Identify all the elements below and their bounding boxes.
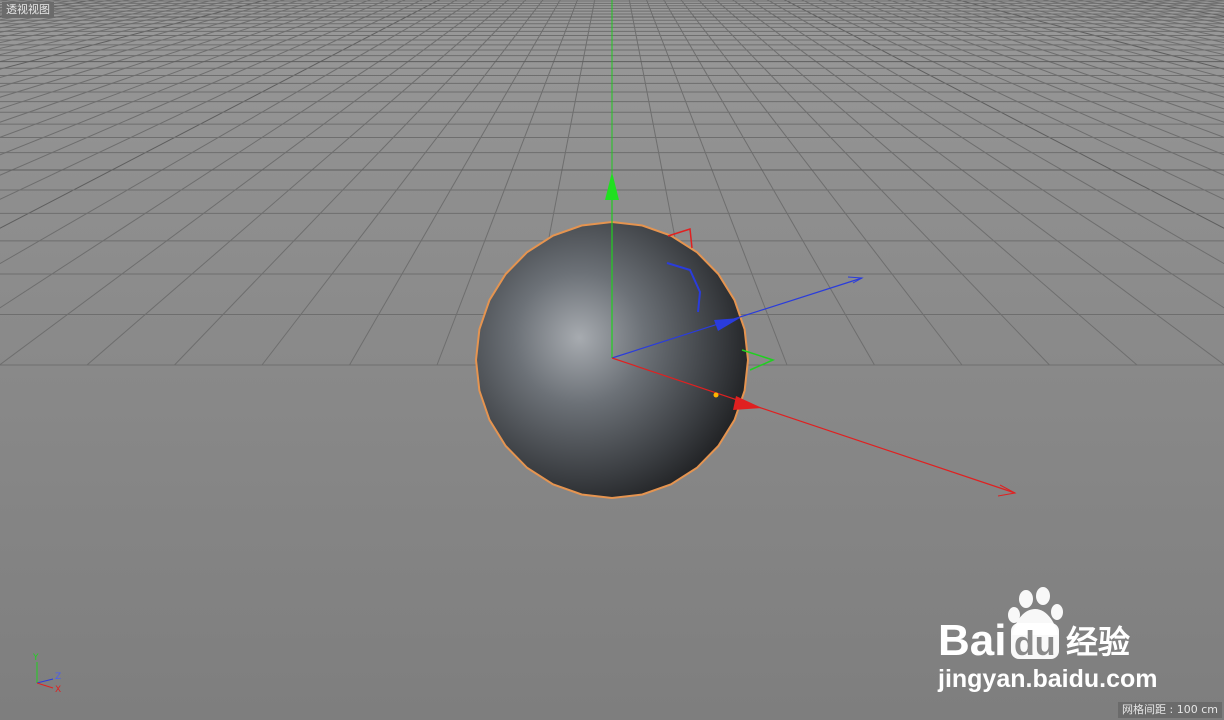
grid-line — [794, 0, 1224, 365]
grid-line — [0, 0, 96, 17]
grid-line — [0, 0, 113, 21]
grid-line — [990, 0, 1224, 56]
grid-line — [1059, 0, 1224, 33]
grid-line — [1179, 0, 1224, 7]
grid-line — [956, 0, 1224, 70]
grid-line — [921, 0, 1224, 88]
orientation-z-label: Z — [55, 672, 61, 682]
grid-line — [0, 0, 251, 63]
y-axis-arrow-icon[interactable] — [605, 172, 619, 200]
grid-line — [0, 0, 165, 33]
grid-line — [0, 0, 430, 365]
grid-line — [0, 0, 268, 70]
grid-line — [0, 0, 286, 79]
grid-line — [973, 0, 1224, 63]
watermark-brand-right: du — [1014, 625, 1056, 663]
baidu-jingyan-watermark: Bai du 经验 jingyan.baidu.com — [937, 587, 1157, 693]
watermark-brand-cn: 经验 — [1066, 623, 1130, 661]
grid-line — [789, 0, 1224, 365]
grid-line — [0, 0, 79, 14]
watermark-url: jingyan.baidu.com — [937, 665, 1157, 693]
grid-line — [785, 0, 1224, 365]
viewport-label[interactable]: 透视视图 — [2, 2, 54, 18]
watermark-brand-left: Bai — [938, 616, 1006, 665]
orientation-x-label: X — [55, 685, 61, 695]
grid-line — [0, 0, 303, 88]
x-axis-arrow-icon[interactable] — [733, 396, 762, 410]
grid-line — [938, 0, 1224, 79]
grid-line — [0, 0, 62, 10]
perspective-viewport[interactable]: Y Z X 透视视图 Bai du 经验 jingyan.baidu.com 网… — [0, 0, 1224, 720]
grid-line — [0, 0, 45, 7]
grid-line — [0, 0, 217, 49]
grid-line — [1128, 0, 1224, 17]
orientation-y-label: Y — [32, 653, 39, 663]
grid-line — [1145, 0, 1224, 14]
x-axis-handle-dot[interactable] — [713, 392, 719, 398]
grid-line — [0, 0, 439, 365]
grid-line — [1111, 0, 1224, 21]
grid-line — [0, 0, 435, 365]
grid-line — [1007, 0, 1224, 49]
grid-line — [0, 0, 234, 56]
grid-line — [1162, 0, 1224, 10]
orientation-axes: Y Z X — [32, 653, 61, 695]
grid-spacing-readout: 网格间距 : 100 cm — [1118, 702, 1222, 718]
